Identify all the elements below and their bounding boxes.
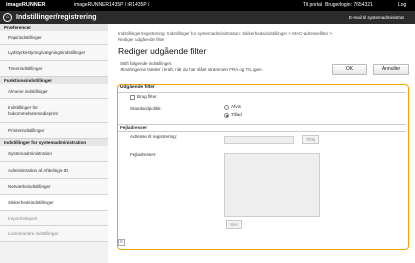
sidebar-item-volume[interactable]: Lydstyrkestyring/vægningsindstillinger <box>0 45 108 61</box>
reject-label: Afvis <box>231 104 241 109</box>
sidebar-item-import-export[interactable]: Import/eksport <box>0 211 108 226</box>
page-header-title: Indstillinger/registrering <box>16 14 97 21</box>
allow-label: Tillad <box>231 112 242 117</box>
address-input[interactable] <box>224 136 294 144</box>
sidebar-item-system-admin[interactable]: Systemadministration <box>0 146 108 162</box>
device-model: imageRUNNER1435P / iR1435P / <box>74 2 150 8</box>
sidebar-item-department-id[interactable]: Administration af Afdelings-ID <box>0 162 108 179</box>
sidebar-item-memory-media[interactable]: Indstillinger for hukommelsesmedieprint <box>0 99 108 123</box>
instruction-line-2: Ændringerne træder i kraft, når du har s… <box>120 66 263 72</box>
allow-radio[interactable] <box>224 113 229 118</box>
page-title: Rediger udgående filter <box>118 46 207 56</box>
sidebar-section-sysadmin: Indstillinger for systemadministration <box>0 139 108 146</box>
title-bar: ⌂ Indstillinger/registrering E-mail til … <box>0 11 415 24</box>
address-label: Adresse til registrering: <box>130 134 177 139</box>
portal-link[interactable]: Til portal <box>303 0 322 11</box>
sidebar-item-printer[interactable]: Printerindstillinger <box>0 123 108 139</box>
reject-radio[interactable] <box>224 105 229 110</box>
logout-link[interactable]: Log <box>398 0 406 11</box>
top-bar: imageRUNNER imageRUNNER1435P / iR1435P /… <box>0 0 415 11</box>
main-content: Indstillinger/registrering: Indstillinge… <box>108 24 415 263</box>
sidebar-section-preferences: Præferencer <box>0 24 108 31</box>
breadcrumb: Indstillinger/registrering: Indstillinge… <box>118 31 333 42</box>
mail-admin-link[interactable]: E-mail til systemadministrat <box>349 11 404 24</box>
use-filter-checkbox[interactable] <box>130 95 135 100</box>
sidebar-item-general[interactable]: Almene indstillinger <box>0 84 108 99</box>
sidebar-item-paper[interactable]: Papirindstillinger <box>0 31 108 45</box>
exceptions-list-label: Fejladresser: <box>130 152 157 157</box>
sidebar: Præferencer Papirindstillinger Lydstyrke… <box>0 24 108 263</box>
home-icon[interactable]: ⌂ <box>3 13 12 22</box>
sidebar-item-timer[interactable]: Timerindstillinger <box>0 61 108 77</box>
default-policy-label: Standardpolitik: <box>130 106 162 111</box>
brand-logo: imageRUNNER <box>6 2 46 8</box>
sidebar-item-license[interactable]: Licens/andre indstillinger <box>0 226 108 242</box>
delete-button[interactable]: Slet <box>226 220 242 229</box>
sidebar-section-functions: Funktionsindstillinger <box>0 77 108 84</box>
panel-title: Udgående filter <box>120 85 155 90</box>
exceptions-listbox[interactable] <box>224 153 320 217</box>
ok-button[interactable]: OK <box>332 64 367 75</box>
exceptions-divider <box>118 124 406 125</box>
instructions: Skift følgende indstillinger. Ændringern… <box>120 61 263 72</box>
sidebar-item-network[interactable]: Netværksindstillinger <box>0 179 108 195</box>
panel-divider <box>118 92 406 93</box>
use-filter-label: Brug filter <box>137 94 157 99</box>
exceptions-divider-bottom <box>118 131 406 132</box>
cancel-button[interactable]: Annuller <box>373 64 409 75</box>
scroll-top-icon[interactable]: ≡ <box>118 239 125 246</box>
sidebar-item-security[interactable]: Sikkerhedsindstillinger <box>0 195 108 211</box>
user-login: Brugerlogin: 7654321 <box>325 2 373 8</box>
add-button[interactable]: Tilføj <box>302 135 319 144</box>
